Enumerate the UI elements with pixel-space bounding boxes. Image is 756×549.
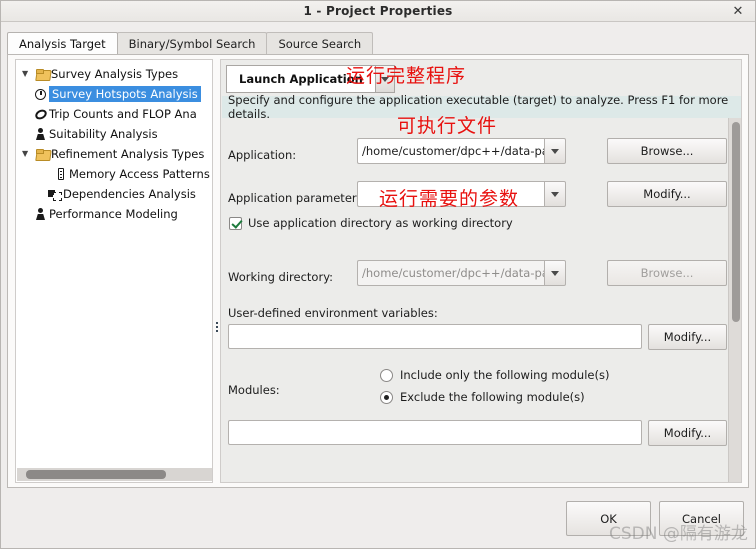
use-app-dir-checkbox-row[interactable]: Use application directory as working dir… [229, 216, 513, 230]
modules-exclude-radio-row[interactable]: Exclude the following module(s) [380, 390, 585, 404]
tab-label: Source Search [278, 36, 362, 51]
chevron-down-icon[interactable]: ▼ [22, 150, 34, 158]
application-parameters-modify-button[interactable]: Modify... [607, 181, 727, 207]
use-app-dir-checkbox[interactable] [229, 216, 242, 230]
chevron-down-icon[interactable] [374, 65, 395, 93]
application-label: Application: [228, 148, 297, 162]
use-app-dir-checkbox-label: Use application directory as working dir… [248, 216, 513, 230]
working-directory-browse-button[interactable]: Browse... [607, 260, 727, 286]
application-parameters-label: Application parameters: [228, 191, 367, 205]
tree-item-survey-hotspots-analysis[interactable]: Survey Hotspots Analysis [16, 84, 212, 104]
folder-icon [34, 68, 51, 80]
working-directory-input[interactable]: /home/customer/dpc++/data-parallel-C [357, 260, 566, 286]
pawn-icon [32, 208, 49, 220]
launch-mode-row: Launch Application [226, 65, 736, 95]
button-label: OK [600, 511, 617, 526]
tree-horizontal-scrollbar[interactable] [17, 468, 212, 481]
modules-exclude-label: Exclude the following module(s) [400, 390, 585, 404]
modules-include-label: Include only the following module(s) [400, 368, 610, 382]
tree-item-label: Trip Counts and FLOP Ana [49, 107, 197, 121]
cancel-button[interactable]: Cancel [659, 501, 744, 536]
tree-item-dependencies-analysis[interactable]: Dependencies Analysis [16, 184, 212, 204]
chevron-down-icon[interactable] [544, 138, 566, 164]
chevron-down-icon[interactable] [544, 181, 566, 207]
analysis-types-tree: ▼ Survey Analysis Types Survey Hotspots … [16, 64, 212, 224]
user-env-vars-input[interactable] [228, 324, 642, 349]
ellipse-icon [32, 107, 49, 121]
folder-icon [34, 148, 51, 160]
tree-item-suitability-analysis[interactable]: Suitability Analysis [16, 124, 212, 144]
tree-item-label: Survey Hotspots Analysis [49, 86, 201, 102]
application-browse-button[interactable]: Browse... [607, 138, 727, 164]
memory-icon [52, 168, 69, 180]
application-input-value[interactable]: /home/customer/dpc++/data-parallel-C [357, 138, 544, 164]
title-bar: 1 - Project Properties ✕ [1, 1, 755, 22]
tree-item-trip-counts-and-flop[interactable]: Trip Counts and FLOP Ana [16, 104, 212, 124]
tree-item-label: Memory Access Patterns [69, 167, 210, 181]
form-scroll-area: Application: /home/customer/dpc++/data-p… [222, 118, 741, 482]
description-text: Specify and configure the application ex… [228, 93, 729, 121]
application-parameters-value[interactable] [357, 181, 544, 207]
tree-horizontal-scrollbar-thumb[interactable] [26, 470, 166, 479]
button-label: Browse... [640, 266, 694, 280]
clock-icon [32, 88, 49, 100]
analysis-target-form: Launch Application Specify and configure… [220, 59, 742, 483]
tree-item-memory-access-patterns[interactable]: Memory Access Patterns [16, 164, 212, 184]
description-banner: Specify and configure the application ex… [222, 93, 741, 121]
dialog-content: ▼ Survey Analysis Types Survey Hotspots … [7, 54, 749, 488]
project-properties-dialog: 1 - Project Properties ✕ Analysis Target… [0, 0, 756, 549]
ok-button[interactable]: OK [566, 501, 651, 536]
launch-mode-label: Launch Application [226, 65, 375, 93]
button-label: Modify... [643, 187, 691, 201]
button-label: Browse... [640, 144, 694, 158]
modules-modify-button[interactable]: Modify... [648, 420, 727, 446]
modules-exclude-radio[interactable] [380, 390, 393, 404]
tree-item-survey-analysis-types[interactable]: ▼ Survey Analysis Types [16, 64, 212, 84]
modules-input[interactable] [228, 420, 642, 445]
launch-mode-dropdown[interactable]: Launch Application [226, 65, 395, 93]
button-label: Cancel [682, 511, 721, 526]
dependencies-icon [46, 189, 63, 201]
tree-item-label: Dependencies Analysis [63, 187, 196, 201]
close-icon[interactable]: ✕ [729, 3, 747, 20]
form-vertical-scrollbar-thumb[interactable] [732, 122, 740, 322]
modules-include-radio-row[interactable]: Include only the following module(s) [380, 368, 609, 382]
tab-source-search[interactable]: Source Search [266, 32, 374, 54]
button-label: Modify... [663, 330, 712, 344]
tree-item-label: Survey Analysis Types [51, 67, 179, 81]
tree-item-refinement-analysis-types[interactable]: ▼ Refinement Analysis Types [16, 144, 212, 164]
application-parameters-input[interactable] [357, 181, 566, 207]
chevron-down-icon[interactable]: ▼ [22, 70, 34, 78]
application-input[interactable]: /home/customer/dpc++/data-parallel-C [357, 138, 566, 164]
tab-label: Analysis Target [19, 36, 106, 51]
form-vertical-scrollbar[interactable] [728, 118, 741, 482]
working-directory-label: Working directory: [228, 270, 334, 284]
analysis-types-tree-panel: ▼ Survey Analysis Types Survey Hotspots … [15, 59, 213, 483]
tree-item-label: Performance Modeling [49, 207, 178, 221]
tree-item-performance-modeling[interactable]: Performance Modeling [16, 204, 212, 224]
user-env-vars-label: User-defined environment variables: [228, 306, 438, 320]
button-label: Modify... [663, 426, 712, 440]
pawn-icon [32, 128, 49, 140]
tab-binary-symbol-search[interactable]: Binary/Symbol Search [116, 32, 268, 54]
tab-strip: Analysis Target Binary/Symbol Search Sou… [7, 32, 749, 54]
window-title: 1 - Project Properties [303, 4, 453, 18]
modules-label: Modules: [228, 383, 280, 397]
tab-label: Binary/Symbol Search [128, 36, 256, 51]
user-env-vars-modify-button[interactable]: Modify... [648, 324, 727, 350]
tree-item-label: Suitability Analysis [49, 127, 158, 141]
tree-item-label: Refinement Analysis Types [51, 147, 205, 161]
chevron-down-icon[interactable] [544, 260, 566, 286]
working-directory-value[interactable]: /home/customer/dpc++/data-parallel-C [357, 260, 544, 286]
tab-analysis-target[interactable]: Analysis Target [7, 32, 118, 54]
modules-include-radio[interactable] [380, 368, 393, 382]
